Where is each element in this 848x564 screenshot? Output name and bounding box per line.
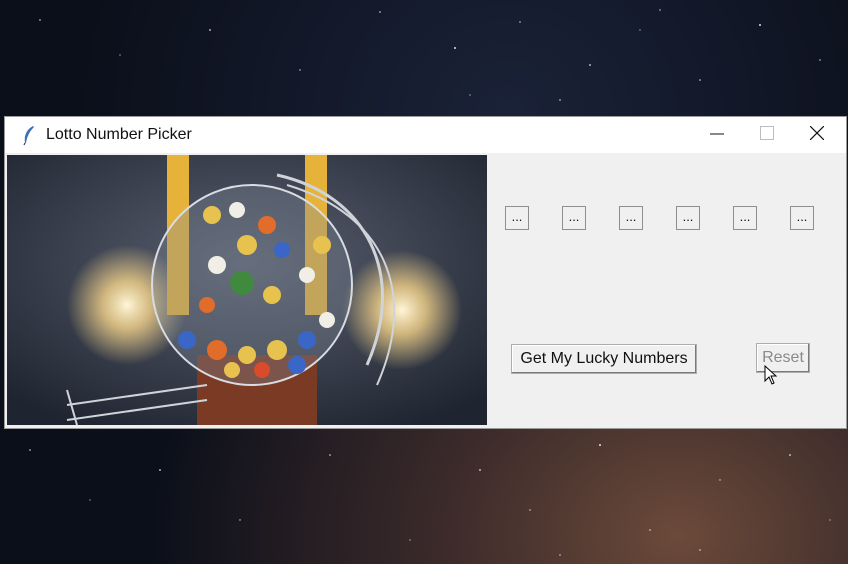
number-slot-3: ... bbox=[619, 206, 643, 230]
number-slot-5: ... bbox=[733, 206, 757, 230]
number-slot-6: ... bbox=[790, 206, 814, 230]
minimize-button[interactable] bbox=[694, 117, 740, 149]
app-window: Lotto Number Picker ... ... ... ... ... … bbox=[4, 116, 847, 429]
close-button[interactable] bbox=[794, 117, 840, 149]
number-slots: ... ... ... ... ... ... bbox=[505, 206, 847, 230]
title-bar[interactable]: Lotto Number Picker bbox=[5, 117, 846, 153]
minimize-icon bbox=[710, 133, 724, 135]
number-slot-1: ... bbox=[505, 206, 529, 230]
mouse-cursor-icon bbox=[764, 365, 778, 385]
maximize-icon bbox=[760, 126, 774, 140]
window-title: Lotto Number Picker bbox=[46, 126, 192, 143]
lottery-machine-image bbox=[7, 155, 487, 425]
number-slot-2: ... bbox=[562, 206, 586, 230]
feather-icon bbox=[23, 126, 34, 146]
maximize-button[interactable] bbox=[744, 117, 790, 149]
number-slot-4: ... bbox=[676, 206, 700, 230]
close-icon bbox=[810, 126, 824, 140]
get-lucky-numbers-button[interactable]: Get My Lucky Numbers bbox=[511, 344, 697, 374]
